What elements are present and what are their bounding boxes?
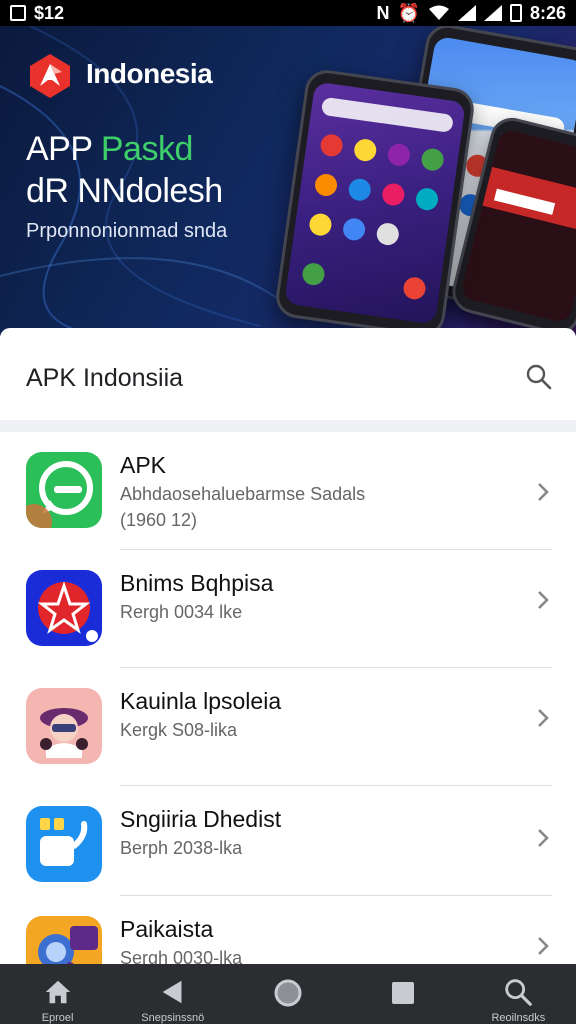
app-dot-icon <box>347 177 373 203</box>
alarm-icon: ⏰ <box>397 2 420 23</box>
app-subtitle: Abhdaosehaluebarmse Sadals <box>120 484 366 504</box>
battery-icon <box>509 4 522 22</box>
app-title: Bnims Bqhpisa <box>120 570 274 596</box>
signal-icon <box>457 5 476 21</box>
hero-title-line1: APP Paskd <box>26 130 193 169</box>
nav-home-button[interactable] <box>238 976 338 1024</box>
star-shield-icon <box>26 570 102 646</box>
header-card: APK Indonsiia <box>0 328 576 420</box>
app-dot-icon <box>414 186 440 212</box>
list-item-app-3[interactable]: Kauinla lpsoleia Kergk S08-lika <box>0 668 576 786</box>
app-dot-icon <box>352 137 378 163</box>
app-subtitle: Berph 2038-lka <box>120 838 243 858</box>
status-left-text: $12 <box>34 2 65 23</box>
nfc-icon: N <box>376 2 390 23</box>
app-dot-icon <box>380 182 406 207</box>
signal-icon-2 <box>483 5 502 21</box>
app-dot-icon <box>386 142 412 168</box>
nav-label: Snepsinssnö <box>141 1012 205 1024</box>
list-item-app-4[interactable]: Sngiiria Dhedist Berph 2038-lka <box>0 786 576 896</box>
circle-home-icon <box>274 979 302 1007</box>
hero-banner[interactable]: Indonesia APP Paskd dR NNdolesh Prponnon… <box>0 26 576 336</box>
square-recents-icon <box>392 982 415 1004</box>
list-item-apk[interactable]: APK Abhdaosehaluebarmse Sadals (1960 12) <box>0 432 576 550</box>
app-dot-icon <box>308 212 333 238</box>
wallet-icon-art <box>40 818 88 866</box>
search-icon <box>505 979 533 1006</box>
chevron-right-icon <box>538 937 549 955</box>
hero-subtitle: Prponnonionmad snda <box>26 220 228 242</box>
status-bar: $12 N ⏰ 8:26 <box>0 0 576 26</box>
status-right: N ⏰ 8:26 <box>377 3 566 24</box>
app-dot-icon <box>313 172 339 198</box>
app-list: APK Abhdaosehaluebarmse Sadals (1960 12)… <box>0 432 576 1014</box>
search-icon[interactable] <box>524 362 554 392</box>
bottom-nav-bar: Eproel Snepsinssnö Reoilnsdks <box>0 964 576 1024</box>
hero-title-line2: dR NNdolesh <box>26 172 223 210</box>
app-title: Sngiiria Dhedist <box>120 806 282 832</box>
app-dot-icon <box>420 147 446 173</box>
nav-search[interactable]: Reoilnsdks <box>468 976 568 1024</box>
chevron-right-icon <box>538 829 549 847</box>
app-subtitle: Kergk S08-lika <box>120 720 238 740</box>
nav-recents[interactable] <box>353 976 453 1024</box>
character-icon <box>26 688 102 764</box>
chevron-right-icon <box>538 709 549 727</box>
app-dot-icon <box>319 132 345 158</box>
status-left: $12 <box>10 3 64 24</box>
phone-screen-purple <box>284 81 466 325</box>
nav-label: Eproel <box>41 1012 74 1024</box>
app-screen: $12 N ⏰ 8:26 Indonesia APP Paskd dR NNdo… <box>0 0 576 1024</box>
page-title: APK Indonsiia <box>26 364 184 392</box>
back-icon <box>162 980 182 1004</box>
chevron-right-icon <box>538 483 549 501</box>
app-title: Kauinla lpsoleia <box>120 688 282 714</box>
list-item-app-2[interactable]: Bnims Bqhpisa Rergh 0034 lke <box>0 550 576 668</box>
wifi-icon <box>428 5 449 20</box>
chrome-icon <box>402 275 427 301</box>
character-icon-art <box>40 708 88 758</box>
notification-icon <box>10 5 26 21</box>
phone-mockup-purple <box>273 67 477 336</box>
app-subtitle: Rergh 0034 lke <box>120 602 243 622</box>
nav-back[interactable]: Snepsinssnö <box>123 976 223 1024</box>
app-dot-icon <box>375 221 401 247</box>
home-icon <box>45 980 70 1004</box>
section-divider <box>0 420 576 432</box>
status-time: 8:26 <box>529 2 566 23</box>
chevron-right-icon <box>538 591 549 609</box>
nav-label: Reoilnsdks <box>491 1012 546 1024</box>
app-subtitle-2: (1960 12) <box>120 510 198 530</box>
hero-title-green: Paskd <box>100 130 194 168</box>
phone-search-bar-2 <box>320 96 454 133</box>
app-dot-icon <box>341 216 367 242</box>
app-title: Paikaista <box>120 916 214 942</box>
phone-call-icon <box>301 261 326 287</box>
brand-name: Indonesia <box>86 58 213 89</box>
hero-title-white: APP <box>26 130 101 168</box>
star-shield-icon-art <box>37 581 98 642</box>
brand-logo-icon <box>30 54 70 98</box>
wallet-icon <box>26 806 102 882</box>
nav-home[interactable]: Eproel <box>8 976 108 1024</box>
chat-bubble-icon <box>26 452 102 528</box>
chat-bubble-icon-art <box>26 461 93 528</box>
app-title: APK <box>120 452 167 478</box>
